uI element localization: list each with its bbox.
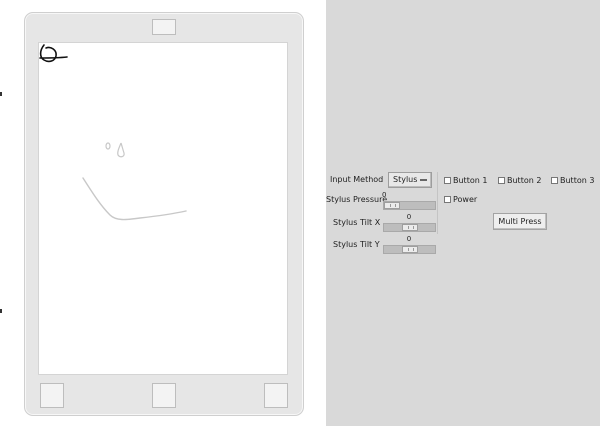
power-checkbox[interactable] bbox=[444, 196, 451, 203]
stylus-tilt-x-label: Stylus Tilt X bbox=[333, 218, 381, 227]
button-2-label: Button 2 bbox=[507, 176, 542, 185]
stylus-pressure-value: 0 bbox=[382, 191, 387, 199]
power-label: Power bbox=[453, 195, 478, 204]
hardware-button-bottom-center[interactable] bbox=[152, 383, 176, 408]
hardware-button-bottom-left[interactable] bbox=[40, 383, 64, 408]
button-1-label: Button 1 bbox=[453, 176, 488, 185]
input-method-label: Input Method bbox=[330, 175, 384, 184]
stylus-pressure-slider[interactable] bbox=[383, 201, 436, 210]
button-2-checkbox[interactable] bbox=[498, 177, 505, 184]
input-method-select[interactable]: Stylus bbox=[388, 172, 432, 188]
panel-divider bbox=[437, 172, 438, 234]
button-1-checkbox[interactable] bbox=[444, 177, 451, 184]
edge-marker bbox=[0, 309, 2, 313]
hardware-button-top[interactable] bbox=[152, 19, 176, 35]
stylus-tilt-y-value: 0 bbox=[406, 235, 412, 243]
slider-thumb[interactable] bbox=[402, 246, 418, 253]
stylus-tilt-y-slider[interactable] bbox=[383, 245, 436, 254]
slider-thumb[interactable] bbox=[384, 202, 400, 209]
dropdown-arrow-icon bbox=[420, 179, 427, 181]
device-view bbox=[0, 0, 326, 426]
stylus-tilt-y-label: Stylus Tilt Y bbox=[333, 240, 380, 249]
stylus-tilt-x-value: 0 bbox=[406, 213, 412, 221]
button-3-checkbox[interactable] bbox=[551, 177, 558, 184]
multi-press-button[interactable]: Multi Press bbox=[493, 213, 547, 230]
drawing-canvas[interactable] bbox=[38, 42, 288, 375]
input-method-value: Stylus bbox=[393, 175, 418, 184]
stylus-tilt-x-slider[interactable] bbox=[383, 223, 436, 232]
button-3-label: Button 3 bbox=[560, 176, 595, 185]
hardware-button-bottom-right[interactable] bbox=[264, 383, 288, 408]
slider-thumb[interactable] bbox=[402, 224, 418, 231]
edge-marker bbox=[0, 92, 2, 96]
stylus-pressure-label: Stylus Pressure bbox=[326, 195, 388, 204]
control-panel bbox=[326, 0, 600, 426]
